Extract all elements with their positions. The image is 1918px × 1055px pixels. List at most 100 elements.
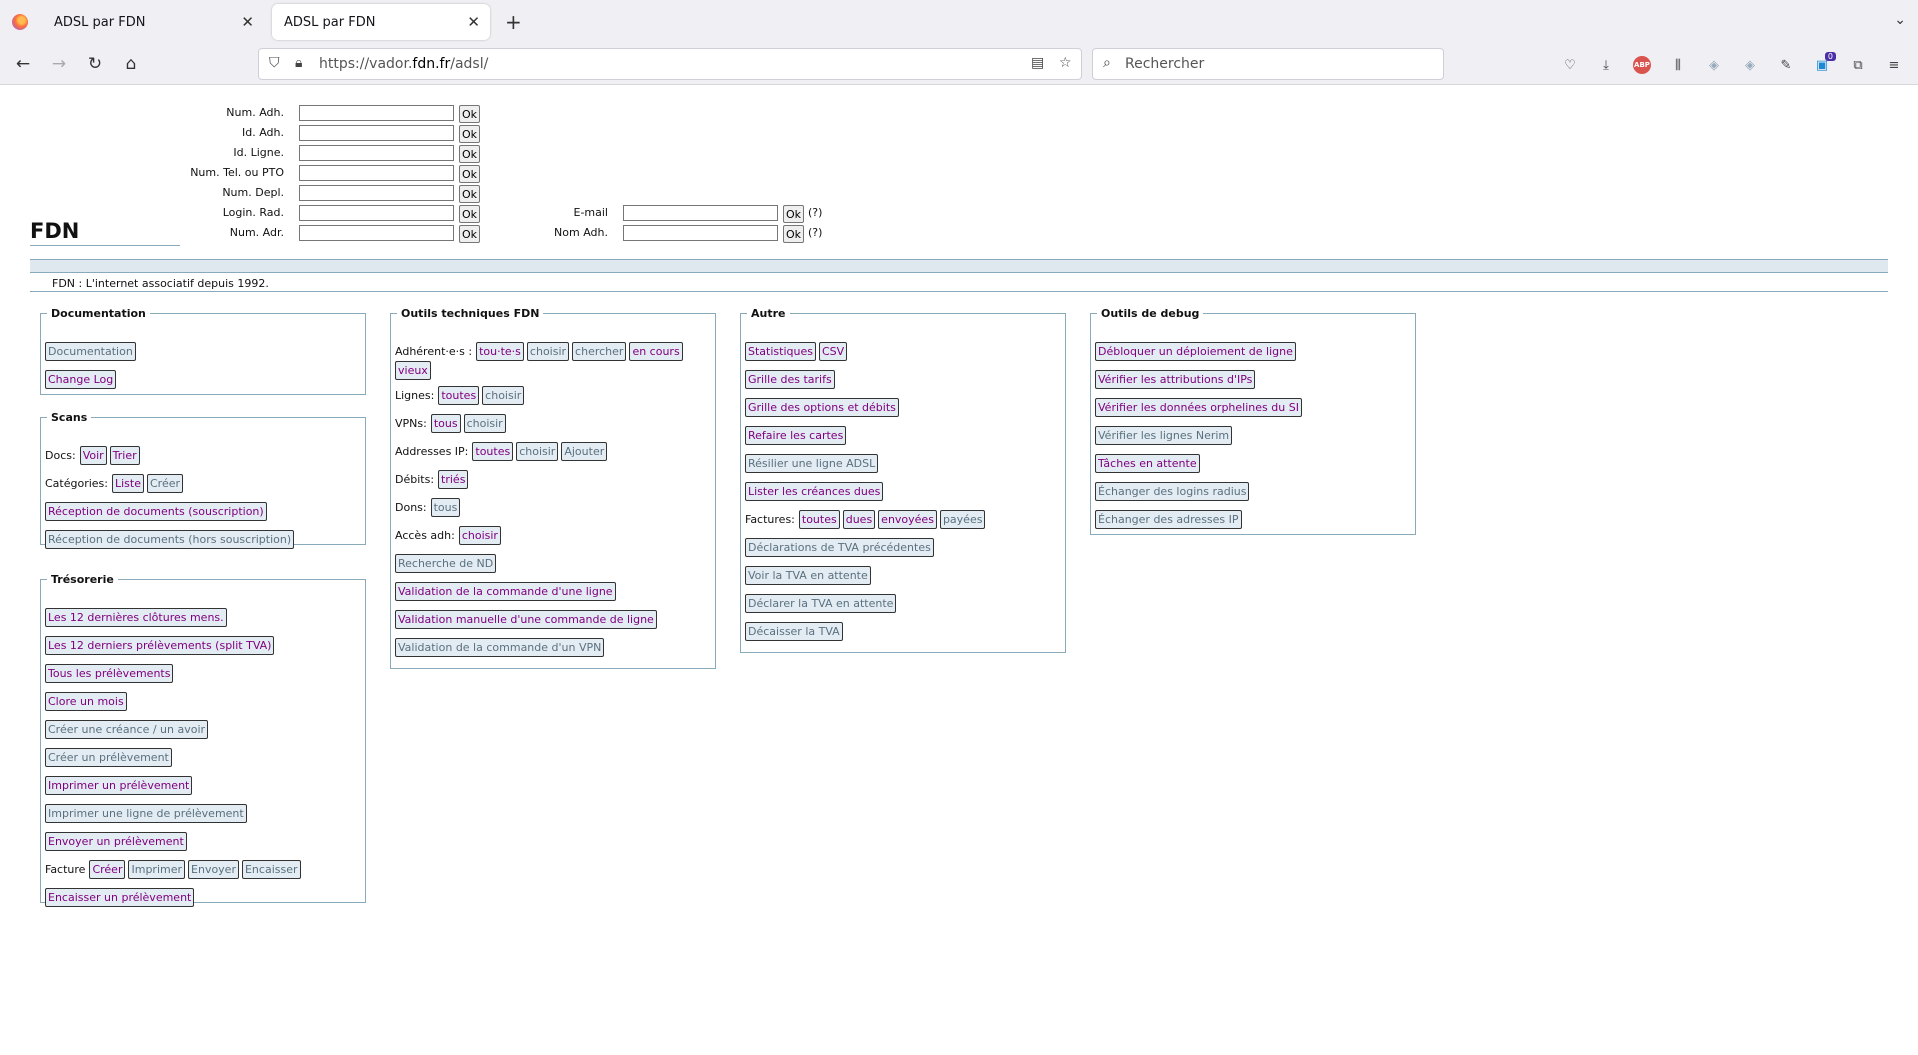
toutes-button[interactable]: toutes [472,442,514,461]
extension-badge-icon[interactable]: ▣ 0 [1813,52,1836,74]
ok-button[interactable]: Ok [459,105,480,123]
grille-des-tarifs-button[interactable]: Grille des tarifs [745,370,835,389]
ok-button[interactable]: Ok [459,185,480,203]
csv-button[interactable]: CSV [818,342,848,361]
help-link[interactable]: (?) [808,206,822,219]
imprimer-button[interactable]: Imprimer [128,860,186,879]
close-icon[interactable]: ✕ [241,13,254,31]
decaisser-la-tva-button[interactable]: Décaisser la TVA [745,622,843,641]
les-12-derniers-prelevements-split-tva-button[interactable]: Les 12 derniers prélèvements (split TVA) [45,636,275,655]
trier-button[interactable]: Trier [109,446,140,465]
droplet-icon[interactable]: ◈ [1705,56,1723,74]
ok-button[interactable]: Ok [459,205,480,223]
tries-button[interactable]: triés [438,470,469,489]
choisir-button[interactable]: choisir [458,526,501,545]
validation-de-la-commande-d-un-vpn-button[interactable]: Validation de la commande d'un VPN [395,638,605,657]
new-tab-plus-icon[interactable]: + [505,10,522,34]
verifier-les-donnees-orphelines-du-si-button[interactable]: Vérifier les données orphelines du SI [1095,398,1302,417]
declarer-la-tva-en-attente-button[interactable]: Déclarer la TVA en attente [745,594,897,613]
chevron-down-icon[interactable]: ⌄ [1894,12,1906,28]
les-12-dernieres-clotures-mens-button[interactable]: Les 12 dernières clôtures mens. [45,608,227,627]
ok-button[interactable]: Ok [459,165,480,183]
imprimer-une-ligne-de-prelevement-button[interactable]: Imprimer une ligne de prélèvement [45,804,247,823]
ajouter-button[interactable]: Ajouter [561,442,608,461]
creer-un-prelevement-button[interactable]: Créer un prélèvement [45,748,172,767]
encaisser-button[interactable]: Encaisser [241,860,301,879]
reception-de-documents-hors-souscription-button[interactable]: Réception de documents (hors souscriptio… [45,530,295,549]
chercher-button[interactable]: chercher [572,342,627,361]
change-log-button[interactable]: Change Log [45,370,117,389]
envoyer-un-prelevement-button[interactable]: Envoyer un prélèvement [45,832,187,851]
shield-icon[interactable]: ⛉ [269,55,280,71]
reload-icon[interactable]: ↻ [84,53,106,75]
lock-icon[interactable]: 🔒︎ [295,55,302,71]
home-icon[interactable]: ⌂ [120,53,142,75]
dues-button[interactable]: dues [842,510,876,529]
clore-un-mois-button[interactable]: Clore un mois [45,692,127,711]
menu-icon[interactable]: ≡ [1885,56,1903,74]
declarations-de-tva-precedentes-button[interactable]: Déclarations de TVA précédentes [745,538,934,557]
choisir-button[interactable]: choisir [516,442,559,461]
liste-button[interactable]: Liste [112,474,144,493]
close-icon[interactable]: ✕ [467,13,480,31]
tou-te-s-button[interactable]: tou·te·s [476,342,524,361]
statistiques-button[interactable]: Statistiques [745,342,816,361]
choisir-button[interactable]: choisir [526,342,570,361]
echanger-des-logins-radius-button[interactable]: Échanger des logins radius [1095,482,1250,501]
creer-button[interactable]: Créer [89,860,126,879]
url-text[interactable]: https://vador.fdn.fr/adsl/ [319,56,488,72]
ok-button[interactable]: Ok [783,225,804,243]
login-rad-input[interactable] [299,205,454,221]
validation-de-la-commande-d-une-ligne-button[interactable]: Validation de la commande d'une ligne [395,582,616,601]
envoyer-button[interactable]: Envoyer [188,860,239,879]
documentation-button[interactable]: Documentation [45,342,136,361]
forward-arrow-icon[interactable]: → [48,53,70,75]
tous-button[interactable]: tous [430,498,461,517]
grille-des-options-et-debits-button[interactable]: Grille des options et débits [745,398,899,417]
num-depl-input[interactable] [299,185,454,201]
puzzle-icon[interactable]: ⧉ [1849,56,1867,74]
reader-view-icon[interactable]: ▤ [1031,55,1044,71]
download-icon[interactable]: ⤓ [1597,56,1615,74]
tous-button[interactable]: tous [430,414,461,433]
ok-button[interactable]: Ok [783,205,804,223]
num-tel-ou-pto-input[interactable] [299,165,454,181]
bookmark-star-icon[interactable]: ☆ [1059,55,1072,71]
ok-button[interactable]: Ok [459,225,480,243]
encaisser-un-prelevement-button[interactable]: Encaisser un prélèvement [45,888,195,907]
reception-de-documents-souscription-button[interactable]: Réception de documents (souscription) [45,502,267,521]
adblock-icon[interactable]: ABP [1633,56,1651,74]
num-adh-input[interactable] [299,105,454,121]
nom-adh-input[interactable] [623,225,778,241]
search-bar[interactable]: ⌕ Rechercher [1092,48,1444,80]
payees-button[interactable]: payées [939,510,986,529]
recherche-de-nd-button[interactable]: Recherche de ND [395,554,497,573]
en-cours-button[interactable]: en cours [629,342,683,361]
vieux-button[interactable]: vieux [395,361,431,380]
validation-manuelle-d-une-commande-de-ligne-button[interactable]: Validation manuelle d'une commande de li… [395,610,657,629]
ok-button[interactable]: Ok [459,125,480,143]
envoyees-button[interactable]: envoyées [878,510,937,529]
tab-2[interactable]: ADSL par FDN ✕ [272,4,490,40]
edit-icon[interactable]: ✎ [1777,56,1795,74]
creer-une-creance-un-avoir-button[interactable]: Créer une créance / un avoir [45,720,209,739]
help-link[interactable]: (?) [808,226,822,239]
imprimer-un-prelevement-button[interactable]: Imprimer un prélèvement [45,776,193,795]
choisir-button[interactable]: choisir [482,386,525,405]
tab-1[interactable]: ADSL par FDN ✕ [42,4,264,40]
toutes-button[interactable]: toutes [798,510,840,529]
voir-la-tva-en-attente-button[interactable]: Voir la TVA en attente [745,566,871,585]
creer-button[interactable]: Créer [147,474,184,493]
num-adr-input[interactable] [299,225,454,241]
verifier-les-lignes-nerim-button[interactable]: Vérifier les lignes Nerim [1095,426,1233,445]
e-mail-input[interactable] [623,205,778,221]
refaire-les-cartes-button[interactable]: Refaire les cartes [745,426,847,445]
echanger-des-adresses-ip-button[interactable]: Échanger des adresses IP [1095,510,1242,529]
verifier-les-attributions-d-ips-button[interactable]: Vérifier les attributions d'IPs [1095,370,1256,389]
toutes-button[interactable]: toutes [438,386,480,405]
ok-button[interactable]: Ok [459,145,480,163]
voir-button[interactable]: Voir [79,446,107,465]
droplet-icon[interactable]: ◈ [1741,56,1759,74]
library-icon[interactable]: ⫼ [1669,56,1687,74]
tous-les-prelevements-button[interactable]: Tous les prélèvements [45,664,174,683]
